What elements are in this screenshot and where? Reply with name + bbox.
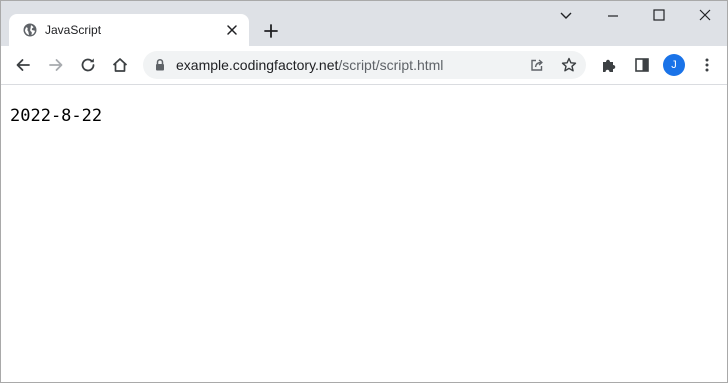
side-panel-icon[interactable] (633, 56, 651, 74)
minimize-icon[interactable] (604, 6, 622, 24)
tab-strip: JavaScript (1, 1, 727, 46)
chevron-down-icon[interactable] (557, 6, 575, 24)
star-icon[interactable] (560, 56, 578, 74)
url-path: /script/script.html (338, 57, 444, 73)
browser-window: JavaScript example.codingfactory.net/scr… (0, 0, 728, 383)
date-output: 2022-8-22 (10, 106, 103, 126)
more-vert-icon[interactable] (698, 56, 716, 74)
maximize-icon[interactable] (650, 6, 668, 24)
back-arrow-icon[interactable] (14, 56, 32, 74)
lock-icon[interactable] (154, 58, 166, 72)
home-icon[interactable] (111, 56, 129, 74)
url-host: example.codingfactory.net (176, 57, 339, 73)
globe-icon (23, 23, 37, 37)
tab-title: JavaScript (45, 23, 102, 37)
address-bar[interactable]: example.codingfactory.net/script/script.… (143, 51, 586, 79)
tab-close-icon[interactable] (225, 23, 239, 37)
url-text[interactable]: example.codingfactory.net/script/script.… (176, 57, 443, 73)
puzzle-icon[interactable] (600, 56, 618, 74)
page-content: 2022-8-22 (1, 85, 727, 382)
plus-icon[interactable] (262, 22, 280, 40)
close-icon[interactable] (696, 6, 714, 24)
reload-icon[interactable] (79, 56, 97, 74)
forward-arrow-icon[interactable] (47, 56, 65, 74)
profile-avatar[interactable]: J (663, 54, 685, 76)
tab-javascript[interactable]: JavaScript (9, 14, 249, 46)
browser-toolbar: example.codingfactory.net/script/script.… (1, 46, 727, 85)
share-icon[interactable] (528, 56, 546, 74)
